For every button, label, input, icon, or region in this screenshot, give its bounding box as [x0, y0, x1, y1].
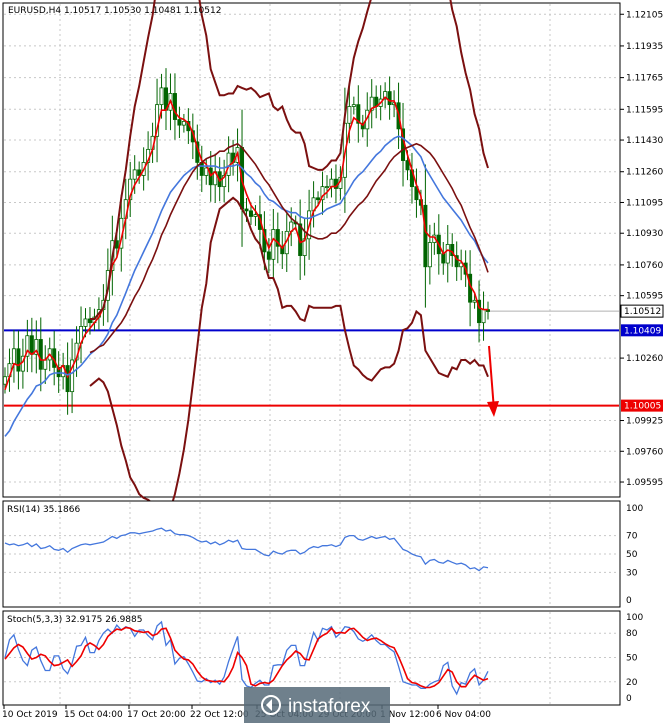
level-price-label: 1.10409	[624, 326, 661, 336]
candle-body	[441, 253, 446, 264]
stoch-label: Stoch(5,3,3) 32.9175 26.9885	[7, 615, 142, 625]
price-tick-label: 1.12105	[626, 10, 663, 20]
time-tick-label: 17 Oct 20:00	[127, 710, 186, 720]
price-tick-label: 1.09760	[626, 447, 663, 457]
main-price-panel: EURUSD,H4 1.10517 1.10530 1.10481 1.1051…	[2, 0, 664, 518]
stoch-tick-label: 50	[626, 654, 638, 664]
candle-body	[329, 178, 334, 188]
price-tick-label: 1.10595	[626, 292, 663, 302]
time-tick-label: 10 Oct 2019	[2, 710, 58, 720]
time-tick-label: 6 Nov 04:00	[436, 710, 491, 720]
candle-body	[177, 119, 182, 126]
candle-body	[181, 121, 186, 126]
candle-body	[271, 229, 276, 260]
price-tick-label: 1.11095	[626, 198, 663, 208]
rsi-tick-label: 70	[626, 532, 638, 542]
time-tick-label: 15 Oct 04:00	[64, 710, 123, 720]
price-tick-label: 1.11430	[626, 136, 663, 146]
candle-body	[3, 376, 8, 385]
candle-body	[65, 365, 70, 393]
price-tick-label: 1.11765	[626, 74, 663, 84]
price-tick-label: 1.09925	[626, 417, 663, 427]
price-tick-label: 1.10930	[626, 229, 663, 239]
candle-body	[83, 318, 88, 327]
price-tick-label: 1.10760	[626, 261, 663, 271]
candle-body	[387, 91, 392, 106]
candle-body	[266, 251, 271, 260]
candle-body	[316, 197, 321, 201]
rsi-tick-label: 100	[626, 504, 643, 514]
candle-body	[16, 348, 21, 372]
stoch-tick-label: 0	[626, 694, 632, 704]
price-axis: 1.12105 1.11935 1.11765 1.11595 1.11430 1.112…	[620, 10, 664, 488]
price-tick-label: 1.09595	[626, 478, 663, 488]
watermark-text: instaforex	[288, 696, 371, 717]
candle-body	[159, 87, 164, 106]
candle-body	[405, 160, 410, 171]
level-price-label: 1.10005	[624, 402, 661, 412]
rsi-tick-label: 0	[626, 596, 632, 606]
chart-canvas: EURUSD,H4 1.10517 1.10530 1.10481 1.1051…	[2, 0, 664, 723]
candle-body	[38, 339, 43, 370]
stoch-tick-label: 80	[626, 629, 638, 639]
rsi-label: RSI(14) 35.1866	[7, 505, 80, 515]
candle-body	[244, 208, 249, 212]
watermark-logo: instaforex	[244, 687, 390, 723]
current-price-label: 1.10512	[624, 307, 661, 317]
candle-body	[472, 299, 477, 303]
candle-body	[481, 309, 486, 324]
price-tick-label: 1.10260	[626, 354, 663, 364]
candle-body	[351, 104, 356, 107]
candle-body	[427, 242, 432, 268]
candle-body	[445, 244, 450, 264]
candle-body	[11, 348, 16, 365]
candle-body	[248, 210, 253, 217]
stoch-axis: 100 80 50 20 0	[626, 613, 643, 704]
price-tick-label: 1.11595	[626, 105, 663, 115]
rsi-tick-label: 50	[626, 550, 638, 560]
time-tick-label: 22 Oct 12:00	[190, 710, 249, 720]
candle-body	[347, 106, 352, 124]
main-header: EURUSD,H4 1.10517 1.10530 1.10481 1.1051…	[8, 6, 221, 16]
candle-body	[29, 335, 34, 355]
candle-body	[132, 169, 137, 180]
price-tick-label: 1.11260	[626, 168, 663, 178]
candle-body	[324, 186, 329, 189]
candle-body	[423, 204, 428, 268]
stoch-tick-label: 20	[626, 678, 638, 688]
rsi-tick-label: 30	[626, 568, 638, 578]
stoch-tick-label: 100	[626, 613, 643, 623]
main-panel-frame	[2, 2, 621, 498]
candle-body	[172, 93, 177, 120]
candle-body	[43, 359, 48, 370]
rsi-axis: 100 70 50 30 0	[626, 504, 643, 606]
price-tick-label: 1.11935	[626, 42, 663, 52]
rsi-panel: RSI(14) 35.1866 100 70 50 30 0	[2, 500, 643, 608]
candle-body	[253, 214, 258, 217]
